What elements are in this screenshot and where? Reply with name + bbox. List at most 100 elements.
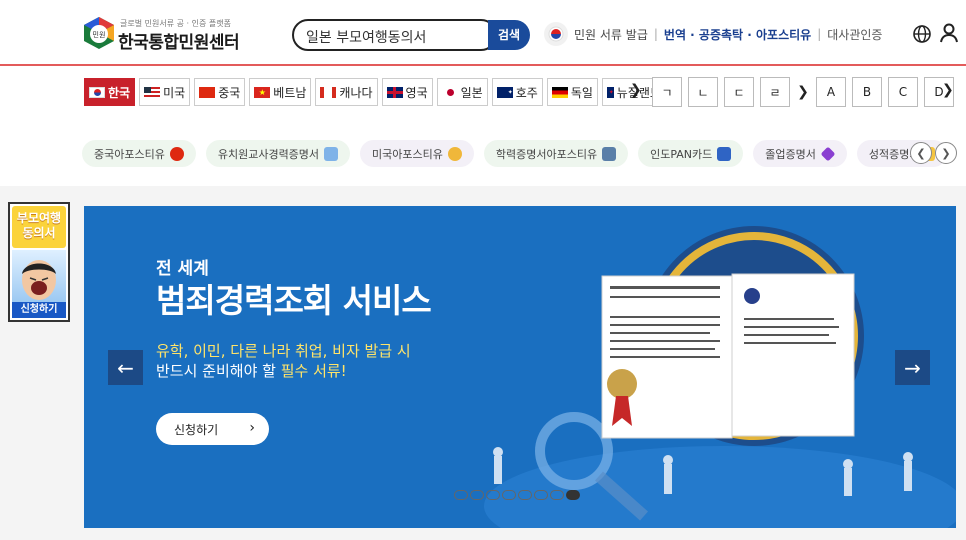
id-card-icon — [717, 146, 732, 161]
child-photo — [12, 250, 66, 302]
banner-desc-line1: 유학, 이민, 다른 나라 취업, 비자 발급 시 — [156, 342, 411, 360]
docs-next-button[interactable]: ❯ — [935, 142, 957, 164]
japan-flag-icon — [441, 86, 458, 98]
tab-uk[interactable]: 영국 — [381, 78, 433, 106]
letter-next-arrow[interactable]: ❯ — [942, 82, 954, 98]
australia-flag-icon: ✦ — [496, 86, 513, 98]
letter-divider-arrow: ❯ — [797, 84, 809, 100]
search-input[interactable] — [306, 27, 491, 47]
china-flag-icon — [169, 146, 184, 161]
hero-banner: 전 세계 범죄경력조회 서비스 유학, 이민, 다른 나라 취업, 비자 발급 … — [84, 206, 956, 528]
banner-next-button[interactable]: → — [895, 350, 930, 385]
gem-icon — [820, 146, 836, 161]
canada-flag-icon — [320, 86, 337, 98]
side-ad-banner[interactable]: 부모여행동의서 신청하기 — [8, 202, 70, 322]
slide-dot[interactable] — [566, 490, 580, 500]
country-next-arrow[interactable]: ❯ — [630, 82, 642, 98]
tab-label: 영국 — [405, 85, 428, 100]
slide-dot[interactable] — [470, 490, 484, 500]
tab-label: 한국 — [108, 85, 131, 100]
tab-korea[interactable]: 한국 — [84, 78, 136, 106]
medal-icon — [447, 146, 462, 161]
banner-apply-label: 신청하기 — [174, 422, 219, 437]
doc-label: 학력증명서아포스티유 — [495, 147, 598, 161]
tab-china[interactable]: 중국 — [194, 78, 246, 106]
tab-label: 캐나다 — [339, 85, 373, 100]
letter-button[interactable]: ㄴ — [688, 77, 718, 107]
user-icon[interactable] — [940, 23, 958, 43]
search-box — [292, 19, 497, 51]
docs-prev-button[interactable]: ❮ — [910, 142, 932, 164]
site-header: 민원 글로벌 민원서류 공 · 인증 플랫폼 한국통합민원센터 검색 민원 서류… — [0, 0, 966, 66]
tab-label: 호주 — [515, 85, 538, 100]
uk-flag-icon — [386, 86, 403, 98]
letter-button[interactable]: ㄹ — [760, 77, 790, 107]
slide-dot[interactable] — [454, 490, 468, 500]
doc-chip[interactable]: 졸업증명서 — [753, 140, 847, 167]
doc-chip[interactable]: 중국아포스티유 — [82, 140, 196, 167]
slide-dot[interactable] — [486, 490, 500, 500]
doc-label: 미국아포스티유 — [372, 147, 443, 161]
tab-vietnam[interactable]: ★ 베트남 — [249, 78, 312, 106]
tab-label: 미국 — [163, 85, 186, 100]
banner-desc-prefix: 반드시 준비해야 할 — [156, 362, 281, 380]
doc-label: 중국아포스티유 — [94, 147, 165, 161]
doc-label: 졸업증명서 — [765, 147, 816, 161]
letter-button[interactable]: A — [816, 77, 846, 107]
usa-flag-icon — [144, 86, 161, 98]
nav-divider: | — [817, 27, 822, 41]
logo-badge-text: 민원 — [93, 30, 106, 39]
graduation-icon — [602, 146, 617, 161]
nav-divider: | — [653, 27, 658, 41]
doc-chip[interactable]: 미국아포스티유 — [360, 140, 474, 167]
tab-australia[interactable]: ✦ 호주 — [491, 78, 543, 106]
banner-apply-button[interactable]: 신청하기 › — [156, 413, 269, 445]
doc-chip[interactable]: 유치원교사경력증명서 — [205, 140, 351, 167]
logo-title: 한국통합민원센터 — [118, 33, 240, 53]
letter-index: ㄱ ㄴ ㄷ ㄹ ❯ A B C D — [652, 77, 954, 107]
doc-chip[interactable]: 성적증명서 — [856, 140, 947, 167]
korea-flag-icon — [89, 86, 105, 98]
site-logo[interactable]: 민원 글로벌 민원서류 공 · 인증 플랫폼 한국통합민원센터 — [82, 14, 252, 54]
side-ad-cta: 신청하기 — [12, 302, 66, 318]
country-tabs: 한국 미국 중국 ★ 베트남 캐나다 영국 일본 ✦ 호주 독일 ✦ 뉴질랜드 — [84, 78, 666, 106]
letter-button[interactable]: C — [888, 77, 918, 107]
letter-button[interactable]: ㄱ — [652, 77, 682, 107]
tab-japan[interactable]: 일본 — [436, 78, 488, 106]
tab-canada[interactable]: 캐나다 — [315, 78, 378, 106]
side-ad-title: 부모여행동의서 — [12, 206, 66, 248]
tab-label: 독일 — [570, 85, 593, 100]
tab-label: 일본 — [460, 85, 483, 100]
korea-flag-icon — [544, 22, 568, 46]
doc-chip[interactable]: 인도PAN카드 — [638, 140, 744, 167]
popular-docs: 중국아포스티유 유치원교사경력증명서 미국아포스티유 학력증명서아포스티유 인도… — [82, 140, 947, 167]
nav-embassy-link[interactable]: 대사관인증 — [827, 26, 882, 43]
china-flag-icon — [199, 86, 216, 98]
search-button[interactable]: 검색 — [488, 20, 530, 50]
nav-translate-link[interactable]: 번역 · 공증촉탁 · 아포스티유 — [664, 26, 811, 43]
banner-desc-highlight: 필수 서류! — [280, 362, 347, 380]
chevron-right-icon: › — [249, 420, 255, 436]
letter-button[interactable]: ㄷ — [724, 77, 754, 107]
tab-usa[interactable]: 미국 — [139, 78, 191, 106]
slide-dot[interactable] — [518, 490, 532, 500]
slide-indicators — [454, 490, 580, 500]
tab-germany[interactable]: 독일 — [546, 78, 598, 106]
banner-prev-button[interactable]: ← — [108, 350, 143, 385]
new-zealand-flag-icon: ✦ — [606, 86, 614, 98]
letter-button[interactable]: B — [852, 77, 882, 107]
slide-dot[interactable] — [550, 490, 564, 500]
doc-label: 유치원교사경력증명서 — [217, 147, 320, 161]
slide-dot[interactable] — [534, 490, 548, 500]
logo-badge-icon: 민원 — [84, 17, 114, 49]
banner-desc-line2: 반드시 준비해야 할 필수 서류! — [156, 360, 347, 381]
globe-icon[interactable] — [912, 24, 932, 44]
vietnam-flag-icon: ★ — [254, 86, 271, 98]
doc-chip[interactable]: 학력증명서아포스티유 — [483, 140, 629, 167]
tab-label: 베트남 — [273, 85, 307, 100]
certificate-icon — [324, 146, 339, 161]
header-nav: 민원 서류 발급 | 번역 · 공증촉탁 · 아포스티유 | 대사관인증 — [544, 22, 882, 46]
slide-dot[interactable] — [502, 490, 516, 500]
tab-label: 중국 — [218, 85, 241, 100]
nav-issue-link[interactable]: 민원 서류 발급 — [574, 26, 648, 43]
